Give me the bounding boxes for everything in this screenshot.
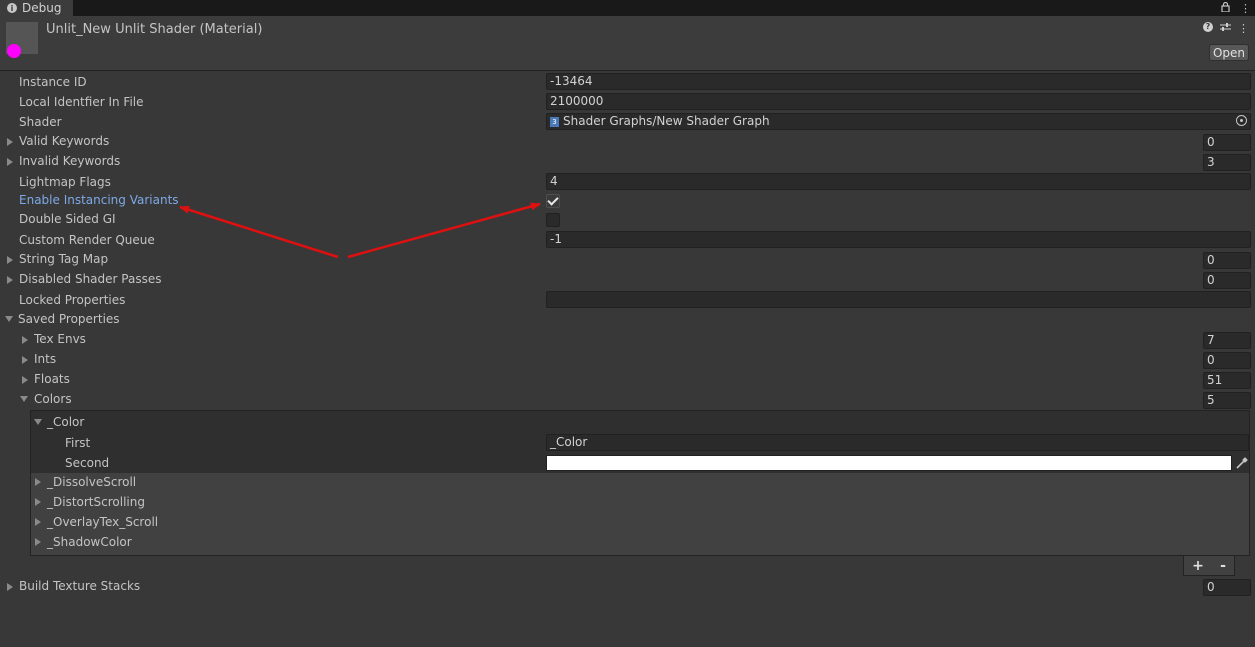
enable-instancing-checkbox[interactable]	[546, 194, 560, 208]
second-label: Second	[65, 456, 110, 470]
settings-icon[interactable]	[1220, 22, 1231, 35]
disabled-passes-count[interactable]: 0	[1203, 272, 1251, 289]
build-texture-stacks-count[interactable]: 0	[1203, 579, 1251, 596]
invalid-keywords-count[interactable]: 3	[1203, 154, 1251, 171]
color-list-item[interactable]: _ShadowColor	[47, 535, 132, 549]
dissolve-scroll-foldout-icon[interactable]	[35, 478, 41, 486]
shader-graph-icon: 3	[550, 116, 559, 127]
object-picker-icon[interactable]	[1236, 115, 1247, 126]
color-element-label[interactable]: _Color	[47, 415, 84, 429]
ints-foldout-icon[interactable]	[22, 356, 28, 364]
floats-foldout-icon[interactable]	[22, 376, 28, 384]
string-tag-map-count[interactable]: 0	[1203, 252, 1251, 269]
double-sided-gi-checkbox[interactable]	[546, 213, 560, 227]
build-texture-stacks-foldout-icon[interactable]	[7, 583, 13, 591]
color-list-item[interactable]: _DistortScrolling	[47, 495, 145, 509]
info-icon: i	[7, 3, 17, 13]
first-label: First	[65, 436, 91, 450]
tex-envs-count[interactable]: 7	[1203, 332, 1251, 349]
lightmap-flags-label: Lightmap Flags	[19, 175, 111, 189]
first-field[interactable]: _Color	[546, 434, 1249, 451]
tex-envs-label[interactable]: Tex Envs	[34, 332, 86, 346]
color-element-foldout-icon[interactable]	[34, 419, 42, 425]
lightmap-flags-field[interactable]: 4	[546, 173, 1251, 190]
valid-keywords-label[interactable]: Valid Keywords	[19, 134, 109, 148]
tab-bar: i Debug ⋮	[0, 0, 1255, 16]
colors-count[interactable]: 5	[1203, 392, 1251, 409]
second-color-field[interactable]	[546, 455, 1232, 471]
double-sided-gi-label: Double Sided GI	[19, 212, 116, 226]
more-icon[interactable]: ⋮	[1238, 22, 1249, 35]
valid-keywords-foldout-icon[interactable]	[7, 138, 13, 146]
distort-scrolling-foldout-icon[interactable]	[35, 498, 41, 506]
shader-label: Shader	[19, 115, 62, 129]
tex-envs-foldout-icon[interactable]	[22, 336, 28, 344]
local-identifier-label: Local Identfier In File	[19, 95, 144, 109]
colors-foldout-icon[interactable]	[20, 396, 28, 402]
build-texture-stacks-label[interactable]: Build Texture Stacks	[19, 579, 140, 593]
disabled-passes-label[interactable]: Disabled Shader Passes	[19, 272, 161, 286]
string-tag-map-label[interactable]: String Tag Map	[19, 252, 108, 266]
inspector-header: Unlit_New Unlit Shader (Material) ? ⋮ Op…	[0, 16, 1255, 71]
render-queue-field[interactable]: -1	[546, 231, 1251, 248]
list-footer: + -	[1183, 556, 1235, 576]
colors-label[interactable]: Colors	[34, 392, 72, 406]
string-tag-map-foldout-icon[interactable]	[7, 256, 13, 264]
locked-properties-field[interactable]	[546, 291, 1251, 308]
disabled-passes-foldout-icon[interactable]	[7, 276, 13, 284]
shader-value: Shader Graphs/New Shader Graph	[563, 114, 770, 128]
open-button[interactable]: Open	[1209, 44, 1249, 61]
instance-id-label: Instance ID	[19, 75, 87, 89]
tab-label: Debug	[22, 1, 62, 15]
lock-icon[interactable]	[1221, 1, 1230, 15]
local-identifier-field[interactable]: 2100000	[546, 93, 1251, 110]
more-icon[interactable]: ⋮	[1240, 2, 1251, 15]
floats-label[interactable]: Floats	[34, 372, 70, 386]
shadow-color-foldout-icon[interactable]	[35, 538, 41, 546]
add-element-button[interactable]: +	[1192, 558, 1204, 574]
locked-properties-label: Locked Properties	[19, 293, 126, 307]
ints-label[interactable]: Ints	[34, 352, 56, 366]
eyedropper-icon[interactable]	[1236, 457, 1248, 469]
remove-element-button[interactable]: -	[1220, 558, 1226, 574]
invalid-keywords-label[interactable]: Invalid Keywords	[19, 154, 120, 168]
material-title: Unlit_New Unlit Shader (Material)	[46, 22, 263, 37]
floats-count[interactable]: 51	[1203, 372, 1251, 389]
color-list-item[interactable]: _OverlayTex_Scroll	[47, 515, 158, 529]
arrow-to-label	[179, 205, 339, 259]
invalid-keywords-foldout-icon[interactable]	[7, 158, 13, 166]
overlay-tex-scroll-foldout-icon[interactable]	[35, 518, 41, 526]
shader-field[interactable]: 3 Shader Graphs/New Shader Graph	[546, 113, 1251, 130]
instance-id-field[interactable]: -13464	[546, 73, 1251, 90]
help-icon[interactable]: ?	[1203, 22, 1213, 32]
color-list-item[interactable]: _DissolveScroll	[47, 475, 136, 489]
material-color-dot	[7, 44, 21, 58]
render-queue-label: Custom Render Queue	[19, 233, 155, 247]
saved-properties-foldout-icon[interactable]	[5, 316, 13, 322]
saved-properties-label[interactable]: Saved Properties	[18, 312, 120, 326]
valid-keywords-count[interactable]: 0	[1203, 134, 1251, 151]
ints-count[interactable]: 0	[1203, 352, 1251, 369]
arrow-to-checkbox	[347, 202, 541, 259]
enable-instancing-label: Enable Instancing Variants	[19, 193, 179, 207]
tab-debug[interactable]: i Debug	[0, 0, 73, 16]
material-thumbnail	[6, 22, 38, 58]
